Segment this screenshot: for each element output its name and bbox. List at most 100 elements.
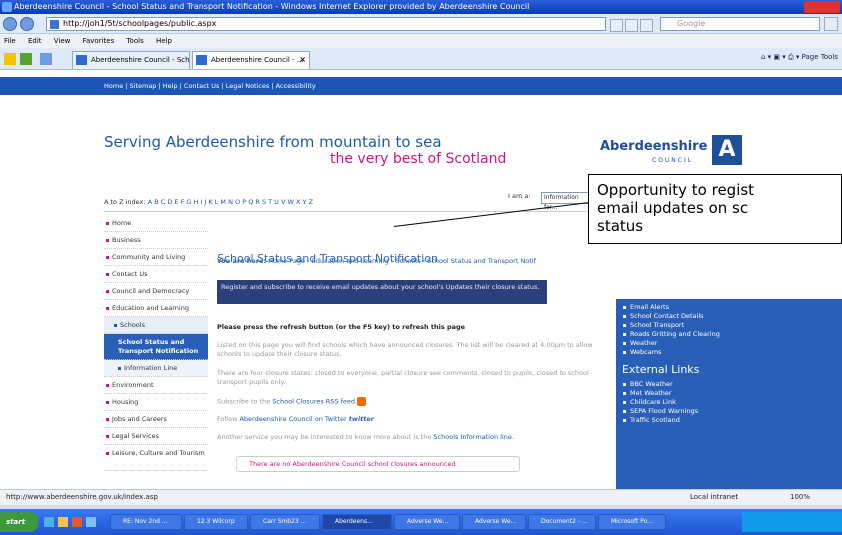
nav-information-line[interactable]: Information Line [104, 360, 208, 377]
link-email-alerts[interactable]: Email Alerts [616, 303, 842, 312]
register-email-link[interactable]: Register and subscribe to receive email … [217, 280, 547, 304]
tab-aberdeenshire-1[interactable]: Aberdeenshire Council - Sch... [72, 51, 190, 69]
stop-icon[interactable] [640, 19, 653, 32]
refresh-note: Please press the refresh button (or the … [217, 323, 466, 331]
menu-file[interactable]: File [4, 37, 16, 45]
ie-window: Aberdeenshire Council - School Status an… [0, 0, 842, 535]
menu-help[interactable]: Help [156, 37, 172, 45]
annotation-callout: Opportunity to regist email updates on s… [588, 174, 842, 244]
nav-community[interactable]: Community and Living [104, 249, 208, 266]
twitter-logo[interactable]: twitter [349, 415, 374, 423]
callout-line-2: email updates on sc [597, 199, 749, 217]
link-met-weather[interactable]: Met Weather [616, 389, 842, 398]
link-traffic-scotland[interactable]: Traffic Scotland [616, 416, 842, 425]
az-letters[interactable]: A B C D E F G H I J K L M N O P Q R S T … [148, 198, 313, 206]
status-bar: http://www.aberdeenshire.gov.uk/index.as… [0, 489, 842, 505]
council-logo-sub: COUNCIL [652, 157, 694, 164]
quick-tabs-icon[interactable] [40, 53, 52, 65]
taskbar-item[interactable]: RE: Nov 2nd ... [110, 514, 182, 530]
zone-indicator[interactable]: Local intranet [690, 490, 738, 505]
menu-edit[interactable]: Edit [28, 37, 42, 45]
address-toolbar: http://joh1/5t/schoolpages/public.aspx G… [0, 14, 842, 34]
left-nav: Home Business Community and Living Conta… [104, 215, 208, 471]
para-closure-states: There are four closure states: closed to… [217, 369, 589, 386]
dropdown-icon[interactable] [610, 19, 623, 32]
nav-housing[interactable]: Housing [104, 394, 208, 411]
start-button[interactable]: start [0, 512, 38, 532]
quicklaunch-ie-icon[interactable] [44, 517, 54, 527]
nav-schools[interactable]: Schools [104, 317, 208, 334]
link-bbc-weather[interactable]: BBC Weather [616, 380, 842, 389]
nav-leisure[interactable]: Leisure, Culture and Tourism [104, 445, 208, 471]
taskbar-item[interactable]: Carr Smb23 ... [250, 514, 320, 530]
nav-home[interactable]: Home [104, 215, 208, 232]
ie-icon [2, 2, 12, 12]
right-column: Email Alerts School Contact Details Scho… [616, 299, 842, 489]
taskbar-item[interactable]: Adverse We... [394, 514, 460, 530]
quicklaunch-desktop-icon[interactable] [86, 517, 96, 527]
link-childcare[interactable]: Childcare Link [616, 398, 842, 407]
menu-tools[interactable]: Tools [126, 37, 143, 45]
back-icon[interactable] [3, 17, 17, 31]
az-label: A to Z index: [104, 198, 146, 206]
command-bar[interactable]: ⌂ ▾ ▣ ▾ ⎙ ▾ Page Tools [761, 53, 838, 62]
nav-council[interactable]: Council and Democracy [104, 283, 208, 300]
web-page: Home | Sitemap | Help | Contact Us | Leg… [0, 71, 842, 489]
address-url: http://joh1/5t/schoolpages/public.aspx [63, 19, 217, 28]
menu-favorites[interactable]: Favorites [83, 37, 115, 45]
close-tab-icon[interactable]: × [299, 52, 306, 68]
council-logo-icon[interactable]: A [712, 135, 742, 165]
forward-icon[interactable] [20, 17, 34, 31]
taskbar-item[interactable]: Document2 - ... [528, 514, 596, 530]
taskbar-item[interactable]: 12.3 Wilcorp [184, 514, 248, 530]
address-input[interactable]: http://joh1/5t/schoolpages/public.aspx [46, 17, 606, 31]
link-sepa-flood[interactable]: SEPA Flood Warnings [616, 407, 842, 416]
nav-education[interactable]: Education and Learning [104, 300, 208, 317]
window-title: Aberdeenshire Council - School Status an… [14, 2, 530, 11]
search-input[interactable]: Google [660, 17, 820, 31]
nav-environment[interactable]: Environment [104, 377, 208, 394]
page-icon [50, 20, 59, 29]
zoom-level[interactable]: 100% [790, 490, 810, 505]
external-links-heading: External Links [622, 363, 700, 376]
taskbar-item[interactable]: Adverse We... [462, 514, 526, 530]
quicklaunch-app-icon[interactable] [72, 517, 82, 527]
system-tray[interactable] [742, 512, 842, 532]
top-nav-links[interactable]: Home | Sitemap | Help | Contact Us | Leg… [104, 77, 316, 95]
refresh-icon[interactable] [625, 19, 638, 32]
twitter-prefix: Follow [217, 415, 238, 423]
info-line-link[interactable]: Schools Information line. [433, 433, 514, 441]
nav-contact[interactable]: Contact Us [104, 266, 208, 283]
nav-legal[interactable]: Legal Services [104, 428, 208, 445]
twitter-link[interactable]: Aberdeenshire Council on Twitter [239, 415, 346, 423]
window-controls[interactable] [804, 1, 840, 13]
rss-line: Subscribe to the School Closures RSS fee… [217, 397, 367, 406]
nav-jobs[interactable]: Jobs and Careers [104, 411, 208, 428]
nav-business[interactable]: Business [104, 232, 208, 249]
tab-page-icon [76, 55, 87, 65]
quicklaunch-folder-icon[interactable] [58, 517, 68, 527]
add-favorites-icon[interactable] [20, 53, 32, 65]
banner-slogan-2: the very best of Scotland [330, 151, 507, 167]
para-listed: Listed on this page you will find school… [217, 341, 593, 358]
taskbar-item[interactable]: Microsoft Po... [598, 514, 666, 530]
link-roads-gritting[interactable]: Roads Gritting and Clearing [616, 330, 842, 339]
rss-link[interactable]: School Closures RSS feed [272, 398, 355, 406]
rss-icon[interactable] [357, 397, 367, 406]
link-school-contact[interactable]: School Contact Details [616, 312, 842, 321]
callout-line-3: status [597, 217, 644, 235]
nav-school-status-current[interactable]: School Status and Transport Notification [104, 334, 208, 360]
search-icon[interactable] [824, 17, 838, 31]
link-weather[interactable]: Weather [616, 339, 842, 348]
tab-label: Aberdeenshire Council - ... [211, 56, 304, 64]
address-buttons [610, 17, 656, 32]
council-logo-name[interactable]: Aberdeenshire [600, 139, 707, 154]
menu-view[interactable]: View [54, 37, 71, 45]
tab-aberdeenshire-2[interactable]: Aberdeenshire Council - ... × [192, 51, 310, 69]
taskbar-item-active[interactable]: Aberdeens... [322, 514, 392, 530]
command-bar-labels: Page Tools [801, 53, 838, 61]
favorites-star-icon[interactable] [4, 53, 16, 65]
tab-label: Aberdeenshire Council - Sch... [91, 56, 190, 64]
link-school-transport[interactable]: School Transport [616, 321, 842, 330]
link-webcams[interactable]: Webcams [616, 348, 842, 357]
